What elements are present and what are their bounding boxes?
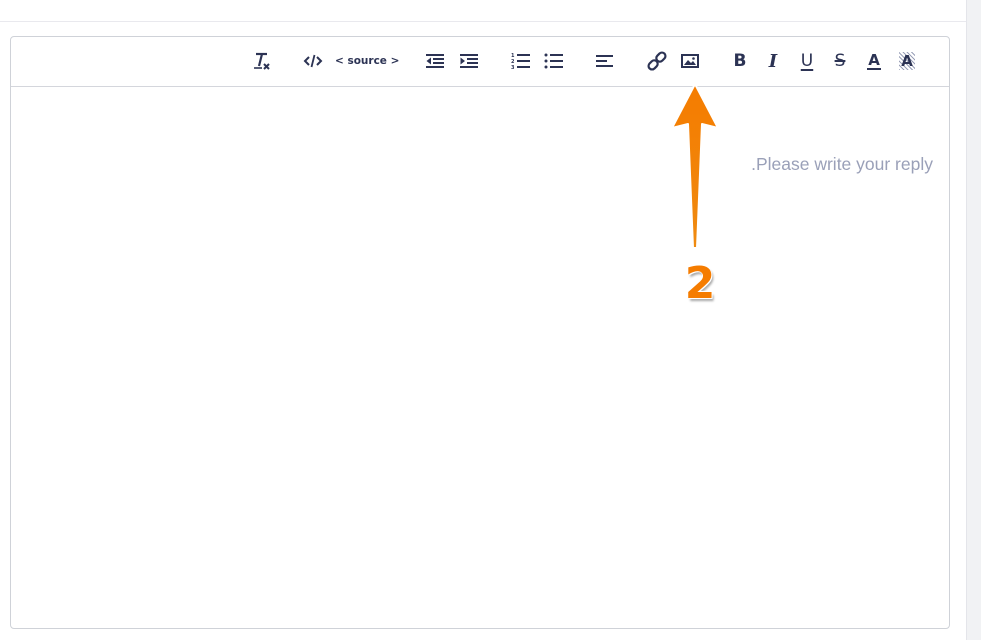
editor-content-area[interactable]: .Please write your reply bbox=[11, 87, 949, 628]
bullet-list-icon bbox=[544, 53, 563, 69]
link-button[interactable] bbox=[645, 49, 669, 73]
background-color-icon: A bbox=[899, 52, 915, 70]
reply-placeholder: .Please write your reply bbox=[751, 154, 933, 174]
clear-formatting-icon bbox=[254, 52, 270, 70]
bold-button[interactable]: B bbox=[728, 49, 752, 73]
insert-image-button[interactable] bbox=[678, 49, 702, 73]
background-color-button[interactable]: A bbox=[895, 49, 919, 73]
image-icon bbox=[681, 54, 699, 68]
text-color-button[interactable]: A bbox=[862, 49, 886, 73]
text-color-icon: A bbox=[867, 51, 881, 70]
italic-button[interactable]: I bbox=[761, 49, 785, 73]
ordered-list-icon: 1 2 3 bbox=[511, 53, 530, 70]
strikethrough-icon: S bbox=[834, 51, 846, 71]
page-scrollbar-gutter[interactable] bbox=[966, 0, 981, 640]
code-icon bbox=[303, 54, 323, 68]
italic-icon: I bbox=[768, 50, 778, 72]
editor-toolbar: < source > 1 2 3 B I U S A A bbox=[11, 37, 949, 87]
clear-formatting-button[interactable] bbox=[250, 49, 274, 73]
rich-text-editor: < source > 1 2 3 B I U S A A .Please wri… bbox=[10, 36, 950, 629]
bullet-list-button[interactable] bbox=[542, 49, 566, 73]
bold-icon: B bbox=[733, 51, 747, 71]
svg-text:3: 3 bbox=[511, 65, 515, 70]
outdent-button[interactable] bbox=[423, 49, 447, 73]
underline-icon: U bbox=[800, 51, 814, 71]
step-number-badge: 2 bbox=[684, 258, 716, 309]
link-icon bbox=[647, 51, 667, 71]
align-left-icon bbox=[596, 55, 613, 67]
header-divider bbox=[0, 21, 966, 22]
code-block-button[interactable] bbox=[301, 49, 325, 73]
ordered-list-button[interactable]: 1 2 3 bbox=[509, 49, 533, 73]
underline-button[interactable]: U bbox=[795, 49, 819, 73]
indent-icon bbox=[460, 54, 478, 68]
indent-button[interactable] bbox=[457, 49, 481, 73]
strikethrough-button[interactable]: S bbox=[828, 49, 852, 73]
align-button[interactable] bbox=[593, 49, 617, 73]
outdent-icon bbox=[426, 54, 444, 68]
source-button[interactable]: < source > bbox=[335, 52, 399, 70]
